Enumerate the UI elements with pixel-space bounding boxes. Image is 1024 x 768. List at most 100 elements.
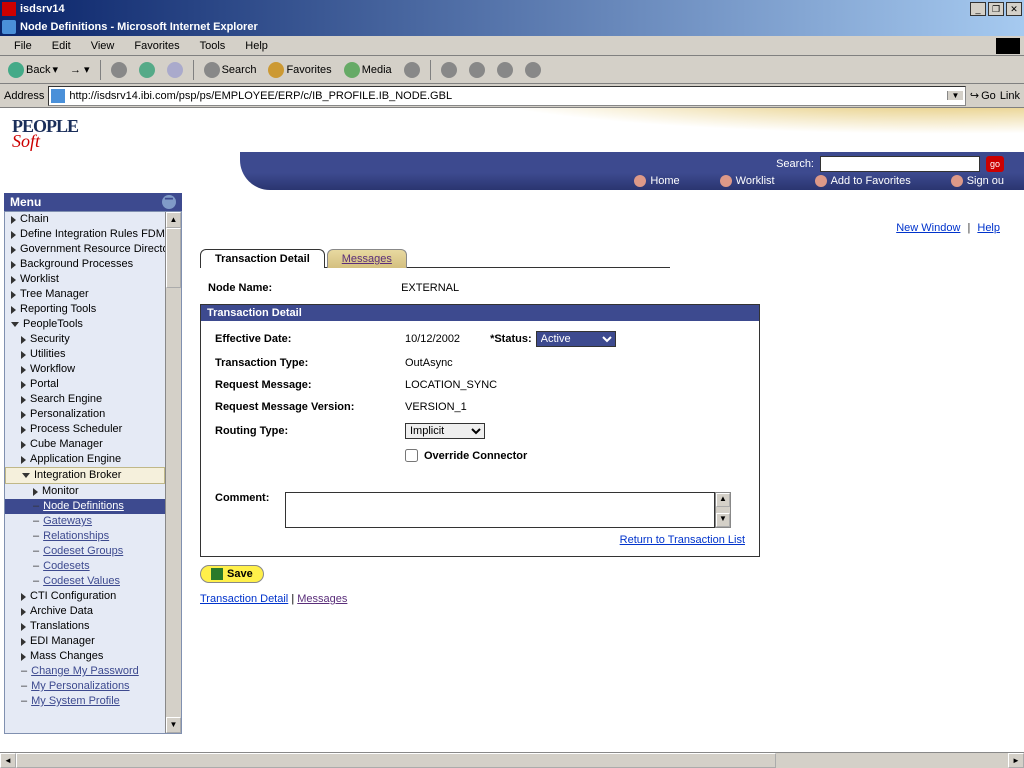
nav-worklist[interactable]: Worklist — [720, 175, 775, 187]
sidebar-item-label[interactable]: Codeset Values — [43, 574, 120, 589]
menu-favorites[interactable]: Favorites — [124, 38, 189, 54]
bottom-link-transaction-detail[interactable]: Transaction Detail — [200, 593, 288, 605]
search-button[interactable]: Search — [200, 60, 261, 80]
sidebar-item[interactable]: EDI Manager — [5, 634, 181, 649]
sidebar-item[interactable]: Application Engine — [5, 452, 181, 467]
sidebar-item-label: Cube Manager — [30, 437, 103, 452]
url-dropdown-button[interactable]: ▼ — [947, 91, 963, 100]
sidebar-item[interactable]: –Relationships — [5, 529, 181, 544]
print-button[interactable] — [465, 60, 489, 80]
go-button[interactable]: ↪ Go — [970, 89, 996, 102]
sidebar-item-label[interactable]: Gateways — [43, 514, 92, 529]
sidebar-item[interactable]: Search Engine — [5, 392, 181, 407]
sidebar-item[interactable]: –My Personalizations — [5, 679, 181, 694]
media-button[interactable]: Media — [340, 60, 396, 80]
sidebar-item[interactable]: Integration Broker — [5, 467, 165, 484]
sidebar-item[interactable]: Utilities — [5, 347, 181, 362]
sidebar-item-label[interactable]: Codeset Groups — [43, 544, 123, 559]
sidebar-item[interactable]: –Change My Password — [5, 664, 181, 679]
sidebar-item[interactable]: –Codeset Values — [5, 574, 181, 589]
return-to-list-link[interactable]: Return to Transaction List — [620, 534, 745, 546]
menu-view[interactable]: View — [81, 38, 125, 54]
menu-edit[interactable]: Edit — [42, 38, 81, 54]
sidebar-item-label[interactable]: Relationships — [43, 529, 109, 544]
sidebar-item[interactable]: Portal — [5, 377, 181, 392]
sidebar-item[interactable]: –Gateways — [5, 514, 181, 529]
scroll-down-button[interactable]: ▼ — [166, 717, 181, 733]
sidebar-item[interactable]: Chain — [5, 212, 181, 227]
home-button[interactable] — [163, 60, 187, 80]
sidebar-item[interactable]: –Node Definitions — [5, 499, 181, 514]
edit-button[interactable] — [493, 60, 517, 80]
sidebar-item-label: Chain — [20, 212, 49, 227]
home-icon — [167, 62, 183, 78]
tab-transaction-detail[interactable]: Transaction Detail — [200, 249, 325, 268]
menu-file[interactable]: File — [4, 38, 42, 54]
forward-button[interactable]: → ▾ — [66, 61, 94, 78]
outer-horizontal-scrollbar[interactable]: ◄ ► — [0, 752, 1024, 768]
sidebar-item[interactable]: Translations — [5, 619, 181, 634]
menu-tools[interactable]: Tools — [190, 38, 236, 54]
sidebar-item-label[interactable]: Node Definitions — [43, 499, 124, 514]
h-scroll-thumb[interactable] — [16, 753, 776, 768]
sidebar-item[interactable]: Security — [5, 332, 181, 347]
sidebar-item[interactable]: CTI Configuration — [5, 589, 181, 604]
sidebar-item[interactable]: Mass Changes — [5, 649, 181, 664]
refresh-button[interactable] — [135, 60, 159, 80]
sidebar-item[interactable]: –My System Profile — [5, 694, 181, 709]
sidebar-item-label: Workflow — [30, 362, 75, 377]
url-input[interactable] — [69, 90, 947, 102]
search-input[interactable] — [820, 156, 980, 172]
sidebar-item-label[interactable]: Change My Password — [31, 664, 139, 679]
sidebar-item-label[interactable]: Codesets — [43, 559, 89, 574]
minimize-button[interactable]: _ — [970, 2, 986, 16]
comment-textarea[interactable] — [285, 492, 715, 528]
sidebar-item[interactable]: Process Scheduler — [5, 422, 181, 437]
sidebar-item[interactable]: –Codeset Groups — [5, 544, 181, 559]
sidebar-item[interactable]: Reporting Tools — [5, 302, 181, 317]
scroll-thumb[interactable] — [166, 228, 181, 288]
stop-button[interactable] — [107, 60, 131, 80]
override-connector-checkbox[interactable] — [405, 449, 418, 462]
comment-scrollbar[interactable]: ▲▼ — [715, 492, 731, 528]
sidebar-item[interactable]: Define Integration Rules FDM — [5, 227, 181, 242]
sidebar-item[interactable]: Monitor — [5, 484, 181, 499]
history-button[interactable] — [400, 60, 424, 80]
status-select[interactable]: Active — [536, 331, 616, 347]
menu-scrollbar[interactable]: ▲ ▼ — [165, 212, 181, 733]
nav-home[interactable]: Home — [634, 175, 679, 187]
address-bar: Address ▼ ↪ Go Link — [0, 84, 1024, 108]
sidebar-item-label[interactable]: My System Profile — [31, 694, 120, 709]
search-go-button[interactable]: go — [986, 156, 1004, 172]
sidebar-item[interactable]: Workflow — [5, 362, 181, 377]
expand-icon — [21, 411, 26, 419]
scroll-up-button[interactable]: ▲ — [166, 212, 181, 228]
scroll-right-button[interactable]: ► — [1008, 753, 1024, 768]
nav-signout[interactable]: Sign ou — [951, 175, 1004, 187]
back-button[interactable]: Back ▾ — [4, 60, 62, 80]
sidebar-item[interactable]: Cube Manager — [5, 437, 181, 452]
save-button[interactable]: Save — [200, 565, 264, 583]
tab-messages[interactable]: Messages — [327, 249, 407, 268]
sidebar-item[interactable]: Archive Data — [5, 604, 181, 619]
favorites-button[interactable]: Favorites — [264, 60, 335, 80]
sidebar-item[interactable]: Worklist — [5, 272, 181, 287]
sidebar-item[interactable]: Personalization — [5, 407, 181, 422]
mail-button[interactable] — [437, 60, 461, 80]
menu-help[interactable]: Help — [235, 38, 278, 54]
routing-type-select[interactable]: Implicit — [405, 423, 485, 439]
sidebar-item-label[interactable]: My Personalizations — [31, 679, 129, 694]
sidebar-item[interactable]: Background Processes — [5, 257, 181, 272]
discuss-button[interactable] — [521, 60, 545, 80]
scroll-left-button[interactable]: ◄ — [0, 753, 16, 768]
menu-collapse-button[interactable]: − — [162, 195, 176, 209]
sidebar-item[interactable]: –Codesets — [5, 559, 181, 574]
links-button[interactable]: Link — [1000, 90, 1020, 102]
close-button[interactable]: ✕ — [1006, 2, 1022, 16]
sidebar-item[interactable]: PeopleTools — [5, 317, 181, 332]
bottom-link-messages[interactable]: Messages — [297, 593, 347, 605]
sidebar-item[interactable]: Government Resource Directory — [5, 242, 181, 257]
maximize-button[interactable]: ❐ — [988, 2, 1004, 16]
sidebar-item[interactable]: Tree Manager — [5, 287, 181, 302]
nav-favorites[interactable]: Add to Favorites — [815, 175, 911, 187]
